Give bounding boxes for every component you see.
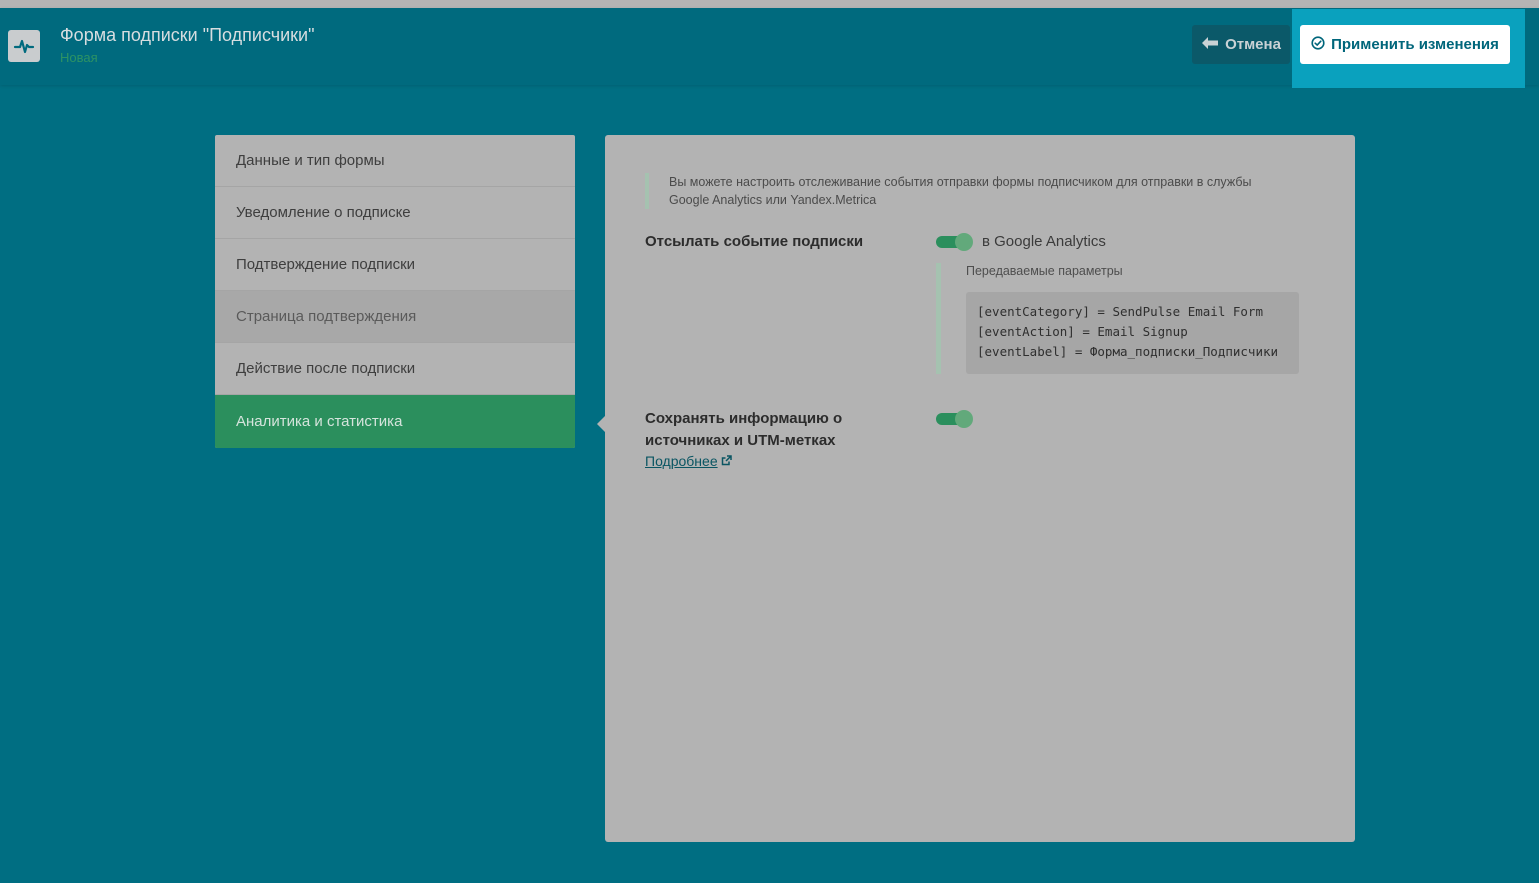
sidebar-item-label: Действие после подписки bbox=[236, 360, 416, 377]
utm-toggle[interactable] bbox=[936, 410, 974, 428]
more-info-link-label: Подробнее bbox=[645, 453, 718, 469]
google-analytics-toggle-label: в Google Analytics bbox=[982, 233, 1106, 250]
toggle-knob bbox=[955, 233, 973, 251]
param-event-label: [eventLabel] = Форма_подписки_Подписчики bbox=[977, 344, 1279, 359]
page-title: Форма подписки "Подписчики" bbox=[60, 25, 315, 45]
params-label: Передаваемые параметры bbox=[966, 264, 1123, 278]
cancel-button-label: Отмена bbox=[1225, 36, 1281, 53]
sidebar-item-label: Аналитика и статистика bbox=[236, 413, 403, 430]
param-event-action: [eventAction] = Email Signup bbox=[977, 324, 1188, 339]
toggle-knob bbox=[955, 410, 973, 428]
sidebar-item-analytics[interactable]: Аналитика и статистика bbox=[215, 395, 575, 448]
apply-highlight: Применить изменения bbox=[1292, 9, 1525, 88]
arrow-left-icon bbox=[1201, 36, 1219, 54]
sidebar-item-subscription-notification[interactable]: Уведомление о подписке bbox=[215, 187, 575, 239]
top-strip bbox=[0, 0, 1539, 8]
cancel-button[interactable]: Отмена bbox=[1192, 25, 1290, 64]
analytics-panel: Вы можете настроить отслеживание события… bbox=[605, 135, 1355, 842]
settings-sidebar: Данные и тип формы Уведомление о подписк… bbox=[215, 135, 575, 448]
external-link-icon bbox=[721, 453, 732, 469]
apply-changes-label: Применить изменения bbox=[1331, 36, 1499, 53]
sidebar-item-subscription-confirmation[interactable]: Подтверждение подписки bbox=[215, 239, 575, 291]
sidebar-item-confirmation-page[interactable]: Страница подтверждения bbox=[215, 291, 575, 343]
sidebar-item-label: Подтверждение подписки bbox=[236, 256, 416, 273]
apply-changes-button[interactable]: Применить изменения bbox=[1300, 25, 1510, 64]
sidebar-item-label: Страница подтверждения bbox=[236, 308, 417, 325]
sidebar-item-label: Данные и тип формы bbox=[236, 152, 385, 169]
utm-label-line1: Сохранять информацию о bbox=[645, 410, 843, 427]
send-event-label: Отсылать событие подписки bbox=[645, 233, 864, 250]
more-info-link[interactable]: Подробнее bbox=[645, 453, 732, 469]
sidebar-item-label: Уведомление о подписке bbox=[236, 204, 411, 221]
check-circle-icon bbox=[1311, 35, 1325, 54]
params-code: [eventCategory] = SendPulse Email Form [… bbox=[966, 292, 1299, 374]
pulse-icon[interactable] bbox=[8, 30, 40, 62]
params-block: Передаваемые параметры [eventCategory] =… bbox=[936, 263, 1299, 374]
utm-label: Сохранять информацию о источниках и UTM-… bbox=[645, 408, 842, 452]
param-event-category: [eventCategory] = SendPulse Email Form bbox=[977, 304, 1263, 319]
status-badge: Новая bbox=[60, 50, 98, 65]
google-analytics-toggle[interactable] bbox=[936, 233, 974, 251]
sidebar-item-form-data[interactable]: Данные и тип формы bbox=[215, 135, 575, 187]
page-header: Форма подписки "Подписчики" Новая Отмена… bbox=[0, 8, 1539, 88]
utm-label-line2: источниках и UTM-метках bbox=[645, 432, 836, 449]
sidebar-item-after-subscription[interactable]: Действие после подписки bbox=[215, 343, 575, 395]
info-note: Вы можете настроить отслеживание события… bbox=[645, 173, 1285, 209]
